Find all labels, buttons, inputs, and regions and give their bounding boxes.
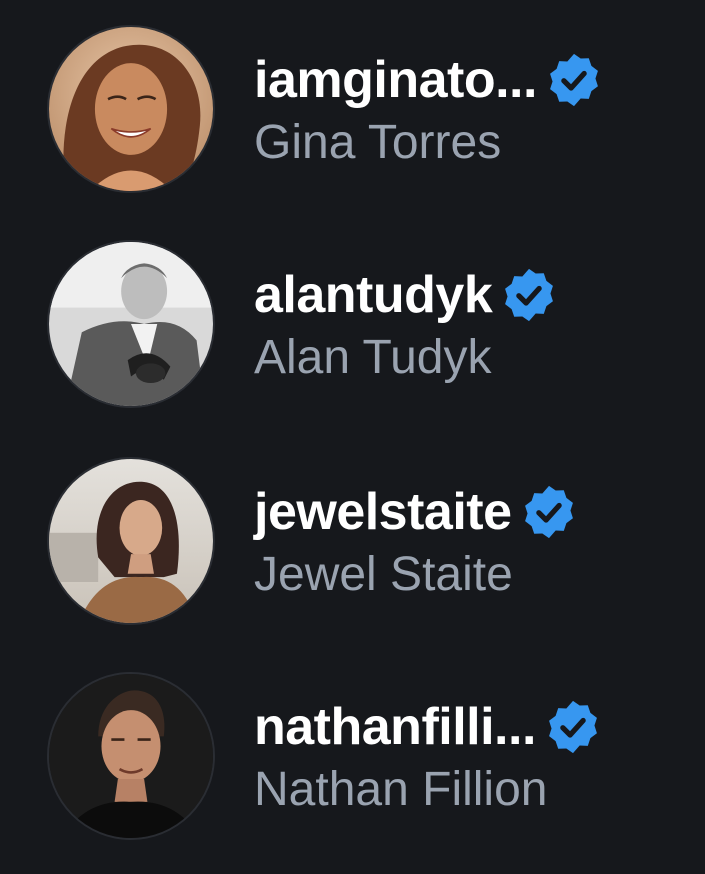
account-handle[interactable]: nathanfilli... [254,697,536,757]
avatar-photo-gina-torres [49,27,213,191]
handle-line: iamginato... [254,47,705,113]
avatar[interactable] [47,25,215,193]
account-list: iamginato... Gina Torres alantudyk Alan … [0,0,705,874]
account-handle[interactable]: alantudyk [254,265,493,325]
account-row-nathan-fillion[interactable]: nathanfilli... Nathan Fillion [0,672,705,872]
avatar[interactable] [47,457,215,625]
avatar-photo-jewel-staite [49,459,213,623]
account-text: nathanfilli... Nathan Fillion [254,694,705,820]
account-handle[interactable]: iamginato... [254,50,537,110]
account-row-jewel-staite[interactable]: jewelstaite Jewel Staite [0,457,705,657]
account-handle[interactable]: jewelstaite [254,482,512,542]
handle-line: alantudyk [254,262,705,328]
account-text: jewelstaite Jewel Staite [254,479,705,605]
avatar-photo-nathan-fillion [49,674,213,838]
account-row-gina-torres[interactable]: iamginato... Gina Torres [0,25,705,225]
avatar[interactable] [47,240,215,408]
account-display-name: Gina Torres [254,116,502,169]
verified-check-icon [544,698,602,756]
account-text: alantudyk Alan Tudyk [254,262,705,388]
avatar-photo-alan-tudyk [49,242,213,406]
account-display-name: Nathan Fillion [254,763,548,816]
account-display-name: Jewel Staite [254,548,513,601]
avatar[interactable] [47,672,215,840]
account-row-alan-tudyk[interactable]: alantudyk Alan Tudyk [0,240,705,440]
account-display-name: Alan Tudyk [254,331,492,384]
handle-line: jewelstaite [254,479,705,545]
verified-check-icon [545,51,603,109]
handle-line: nathanfilli... [254,694,705,760]
verified-check-icon [520,483,578,541]
verified-check-icon [500,266,558,324]
account-text: iamginato... Gina Torres [254,47,705,173]
